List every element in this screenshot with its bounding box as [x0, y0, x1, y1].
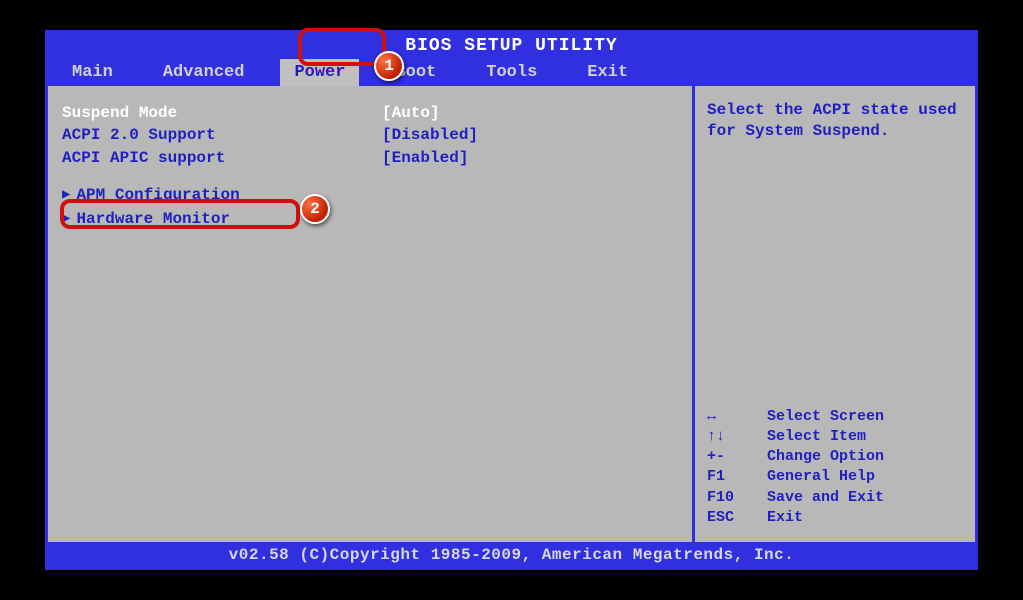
setting-value: [Enabled]: [382, 147, 468, 169]
triangle-icon: ▶: [62, 185, 70, 206]
shortcut-desc: Exit: [767, 508, 803, 528]
setting-label: ACPI 2.0 Support: [62, 124, 382, 146]
submenu-label: APM Configuration: [76, 183, 239, 207]
tab-power[interactable]: Power: [280, 59, 359, 86]
submenu-label: Hardware Monitor: [76, 207, 230, 231]
shortcut-exit: ESC Exit: [707, 508, 963, 528]
title-bar: BIOS SETUP UTILITY: [48, 33, 975, 59]
setting-value: [Auto]: [382, 102, 440, 124]
tab-advanced[interactable]: Advanced: [149, 59, 259, 86]
setting-label: ACPI APIC support: [62, 147, 382, 169]
setting-value: [Disabled]: [382, 124, 478, 146]
shortcut-list: ↔ Select Screen ↑↓ Select Item +- Change…: [707, 407, 963, 529]
tab-exit[interactable]: Exit: [573, 59, 642, 86]
tab-row: Main Advanced Power Boot Tools Exit: [48, 59, 975, 86]
shortcut-select-screen: ↔ Select Screen: [707, 407, 963, 427]
shortcut-key: ↑↓: [707, 427, 767, 447]
tab-boot[interactable]: Boot: [381, 59, 450, 86]
settings-pane: Suspend Mode [Auto] ACPI 2.0 Support [Di…: [48, 86, 695, 542]
tab-tools[interactable]: Tools: [472, 59, 551, 86]
submenu-apm-configuration[interactable]: ▶ APM Configuration: [62, 183, 682, 207]
submenu-hardware-monitor[interactable]: ▶ Hardware Monitor: [62, 207, 682, 231]
shortcut-key: F1: [707, 467, 767, 487]
setting-label: Suspend Mode: [62, 102, 382, 124]
shortcut-desc: Save and Exit: [767, 488, 884, 508]
shortcut-key: ESC: [707, 508, 767, 528]
bios-window: BIOS SETUP UTILITY Main Advanced Power B…: [45, 30, 978, 570]
help-pane: Select the ACPI state used for System Su…: [695, 86, 975, 542]
shortcut-key: +-: [707, 447, 767, 467]
setting-acpi-apic[interactable]: ACPI APIC support [Enabled]: [62, 147, 682, 169]
footer-bar: v02.58 (C)Copyright 1985-2009, American …: [48, 542, 975, 568]
help-text: Select the ACPI state used for System Su…: [707, 100, 963, 407]
shortcut-desc: General Help: [767, 467, 875, 487]
shortcut-key: F10: [707, 488, 767, 508]
shortcut-desc: Select Item: [767, 427, 866, 447]
tab-main[interactable]: Main: [58, 59, 127, 86]
content-area: Suspend Mode [Auto] ACPI 2.0 Support [Di…: [48, 86, 975, 542]
triangle-icon: ▶: [62, 209, 70, 230]
shortcut-general-help: F1 General Help: [707, 467, 963, 487]
setting-suspend-mode[interactable]: Suspend Mode [Auto]: [62, 102, 682, 124]
shortcut-desc: Select Screen: [767, 407, 884, 427]
shortcut-save-exit: F10 Save and Exit: [707, 488, 963, 508]
shortcut-change-option: +- Change Option: [707, 447, 963, 467]
shortcut-select-item: ↑↓ Select Item: [707, 427, 963, 447]
shortcut-key: ↔: [707, 407, 767, 427]
setting-acpi-2[interactable]: ACPI 2.0 Support [Disabled]: [62, 124, 682, 146]
shortcut-desc: Change Option: [767, 447, 884, 467]
